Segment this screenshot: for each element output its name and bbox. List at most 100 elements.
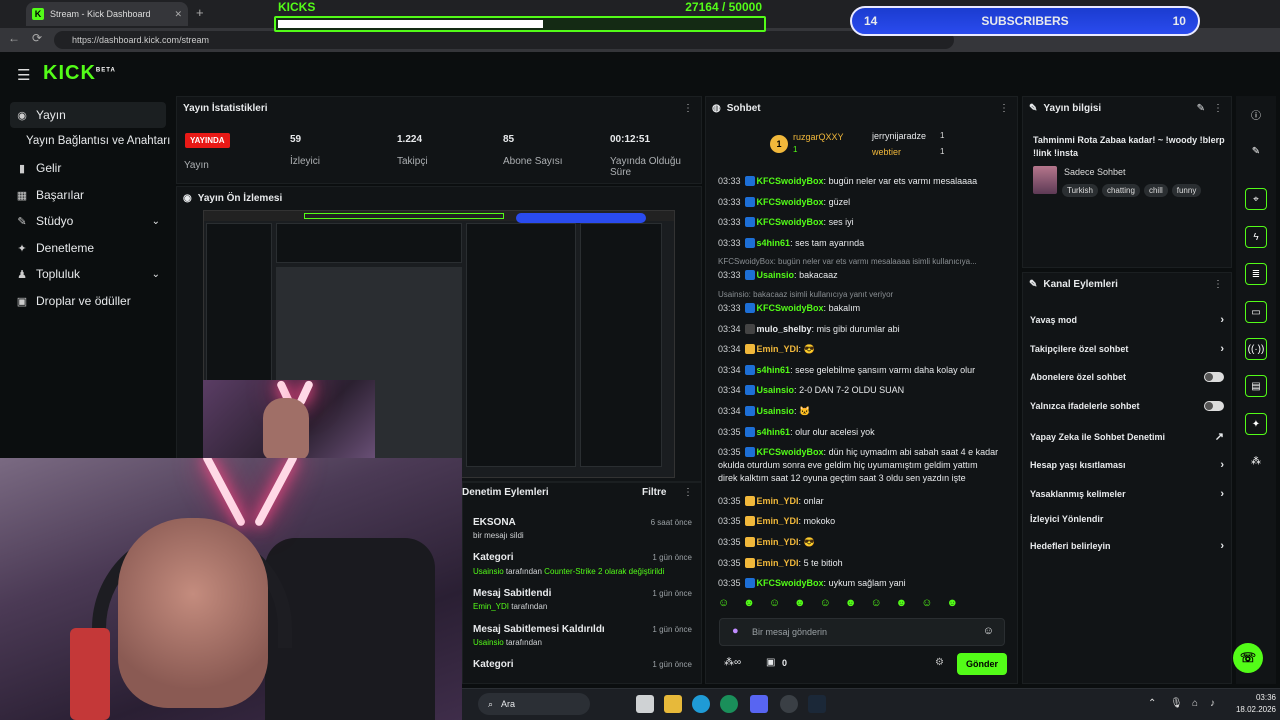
tray-network-icon[interactable]: ⌂ <box>1192 698 1198 709</box>
emote-icon[interactable]: ☻ <box>845 597 857 613</box>
chat-username[interactable]: Emin_YDI <box>757 516 799 526</box>
chat-message[interactable]: 03:34 mulo_shelby: mis gibi durumlar abi <box>718 323 900 335</box>
channel-action-item[interactable]: Hesap yaşı kısıtlaması › <box>1030 459 1224 471</box>
chat-message[interactable]: 03:33 KFCSwoidyBox: güzel <box>718 196 850 208</box>
channel-action-item[interactable]: Abonelere özel sohbet <box>1030 372 1224 382</box>
back-icon[interactable]: ← <box>8 31 20 45</box>
chat-message[interactable]: 03:33 KFCSwoidyBox: bakalım <box>718 302 860 314</box>
chat-username[interactable]: Emin_YDI <box>757 496 799 506</box>
chat-username[interactable]: Emin_YDI <box>757 558 799 568</box>
chat-message[interactable]: 03:35 s4hin61: olur olur acelesi yok <box>718 426 875 438</box>
sidebar-item-yayin[interactable]: ◉ Yayın <box>10 102 166 128</box>
chat-message[interactable]: 03:33 Usainsio: bakacaaz <box>718 269 838 281</box>
chat-username[interactable]: s4hin61 <box>757 238 791 248</box>
chat-message[interactable]: 03:34 s4hin61: sese gelebilme şansım varm… <box>718 364 975 376</box>
chat-icon[interactable]: ▭ <box>1245 301 1267 323</box>
chat-message[interactable]: 03:33 KFCSwoidyBox: ses iyi <box>718 216 854 228</box>
file-explorer-icon[interactable] <box>664 695 682 713</box>
channel-action-item[interactable]: Yasaklanmış kelimeler › <box>1030 488 1224 500</box>
app-icon[interactable] <box>720 695 738 713</box>
more-options-icon[interactable]: ⋮ <box>683 487 693 498</box>
chat-username[interactable]: mulo_shelby <box>757 324 812 334</box>
tray-volume-icon[interactable]: ♪ <box>1210 698 1215 709</box>
edge-icon[interactable] <box>692 695 710 713</box>
top-gifter-name[interactable]: ruzgarQXXY <box>793 132 844 142</box>
tray-mic-icon[interactable]: 🎙 <box>1170 698 1183 709</box>
toggle-switch[interactable] <box>1204 372 1224 382</box>
kick-logo[interactable]: KICKBETA <box>43 62 116 85</box>
emote-icon[interactable]: ☺ <box>820 597 831 613</box>
gift-icon[interactable]: ▣ <box>766 657 775 668</box>
emote-icon[interactable]: ☻ <box>896 597 908 613</box>
signal-icon[interactable]: ((·)) <box>1245 338 1267 360</box>
channel-action-item[interactable]: Yalnızca ifadelerle sohbet <box>1030 401 1224 411</box>
toggle-switch[interactable] <box>1204 401 1224 411</box>
lightning-icon[interactable]: ϟ <box>1245 226 1267 248</box>
chat-username[interactable]: KFCSwoidyBox <box>757 176 824 186</box>
channel-action-item[interactable]: Yavaş mod › <box>1030 314 1224 326</box>
server-icon[interactable]: ▤ <box>1245 375 1267 397</box>
more-options-icon[interactable]: ⋮ <box>999 103 1009 114</box>
chat-message[interactable]: 03:35 Emin_YDI: 5 te bitioh <box>718 557 843 569</box>
menu-icon[interactable]: ☰ <box>17 66 30 84</box>
chat-username[interactable]: Emin_YDI <box>757 537 799 547</box>
channel-action-item[interactable]: Hedefleri belirleyin › <box>1030 540 1224 552</box>
edit-icon[interactable]: ✎ <box>1197 103 1205 114</box>
emote-icon[interactable]: ☻ <box>794 597 806 613</box>
emote-icon[interactable]: ☺ <box>870 597 881 613</box>
target-icon[interactable]: ⌖ <box>1245 188 1267 210</box>
chat-message[interactable]: 03:33 KFCSwoidyBox: bugün neler var ets v… <box>718 175 977 187</box>
chat-message[interactable]: 03:34 Usainsio: 🐱 <box>718 405 810 417</box>
chat-settings-icon[interactable]: ⚙ <box>935 657 944 668</box>
chat-message[interactable]: 03:34 Usainsio: 2-0 DAN 7-2 OLDU SUAN <box>718 384 904 396</box>
chat-message[interactable]: 03:35 Emin_YDI: mokoko <box>718 515 835 527</box>
chat-username[interactable]: KFCSwoidyBox <box>757 303 824 313</box>
info-icon[interactable]: ⓘ <box>1245 103 1267 125</box>
send-button[interactable]: Gönder <box>957 653 1007 675</box>
tray-chevron-icon[interactable]: ⌃ <box>1148 698 1156 709</box>
microphone-icon[interactable]: ● <box>732 625 739 637</box>
chat-message[interactable]: 03:35 KFCSwoidyBox: dün hiç uymadım abi s… <box>718 446 998 458</box>
chat-username[interactable]: KFCSwoidyBox <box>757 217 824 227</box>
taskbar-search[interactable]: ⌕ Ara <box>478 693 590 715</box>
channel-action-item[interactable]: İzleyici Yönlendir <box>1030 514 1224 524</box>
list-icon[interactable]: ≣ <box>1245 263 1267 285</box>
chat-username[interactable]: Emin_YDI <box>757 344 799 354</box>
obs-icon[interactable] <box>780 695 798 713</box>
pencil-icon[interactable]: ✎ <box>1245 140 1267 162</box>
tag[interactable]: funny <box>1171 184 1202 197</box>
steam-icon[interactable] <box>808 695 826 713</box>
chat-message[interactable]: 03:35 Emin_YDI: 😎 <box>718 536 815 548</box>
emote-icon[interactable]: ☺ <box>921 597 932 613</box>
discord-icon[interactable] <box>750 695 768 713</box>
chat-input[interactable]: ● Bir mesaj gönderin ☺ <box>719 618 1005 646</box>
sidebar-item-basarilar[interactable]: ▦ Başarılar <box>10 182 166 208</box>
more-options-icon[interactable]: ⋮ <box>1213 103 1223 114</box>
chat-message[interactable]: 03:33 s4hin61: ses tam ayarında <box>718 237 864 249</box>
sidebar-item-stream-key[interactable]: Yayın Bağlantısı ve Anahtarı <box>20 128 176 154</box>
points-icon[interactable]: ⁂∞ <box>724 657 741 668</box>
browser-tab[interactable]: K Stream - Kick Dashboard ✕ <box>26 2 188 26</box>
emote-bar[interactable]: ☺ ☻ ☺ ☻ ☺ ☻ ☺ ☻ ☺ ☻ <box>718 597 1008 613</box>
emote-icon[interactable]: ☺ <box>718 597 729 613</box>
sidebar-item-denetleme[interactable]: ✦ Denetleme <box>10 235 166 261</box>
reload-icon[interactable]: ⟳ <box>32 31 42 45</box>
sidebar-item-topluluk[interactable]: ♟ Topluluk ⌄ <box>10 261 166 287</box>
chat-message[interactable]: 03:35 Emin_YDI: onlar <box>718 495 824 507</box>
sidebar-item-studyo[interactable]: ✎ Stüdyo ⌄ <box>10 208 166 234</box>
emote-icon[interactable]: ☻ <box>743 597 755 613</box>
chat-username[interactable]: KFCSwoidyBox <box>757 197 824 207</box>
chat-message[interactable]: 03:34 Emin_YDI: 😎 <box>718 343 815 355</box>
emote-icon[interactable]: ☺ <box>769 597 780 613</box>
chat-username[interactable]: KFCSwoidyBox <box>757 447 824 457</box>
close-tab-icon[interactable]: ✕ <box>174 9 182 20</box>
chat-username[interactable]: s4hin61 <box>757 427 791 437</box>
chat-username[interactable]: Usainsio <box>757 270 795 280</box>
tag[interactable]: chatting <box>1101 184 1140 197</box>
chat-message[interactable]: 03:35 KFCSwoidyBox: uykum sağlam yani <box>718 577 906 589</box>
emote-icon[interactable]: ☻ <box>946 597 958 613</box>
support-chat-icon[interactable]: ☏ <box>1233 643 1263 673</box>
more-options-icon[interactable]: ⋮ <box>683 103 693 114</box>
chat-username[interactable]: s4hin61 <box>757 365 791 375</box>
emoji-picker-icon[interactable]: ☺ <box>983 625 994 637</box>
